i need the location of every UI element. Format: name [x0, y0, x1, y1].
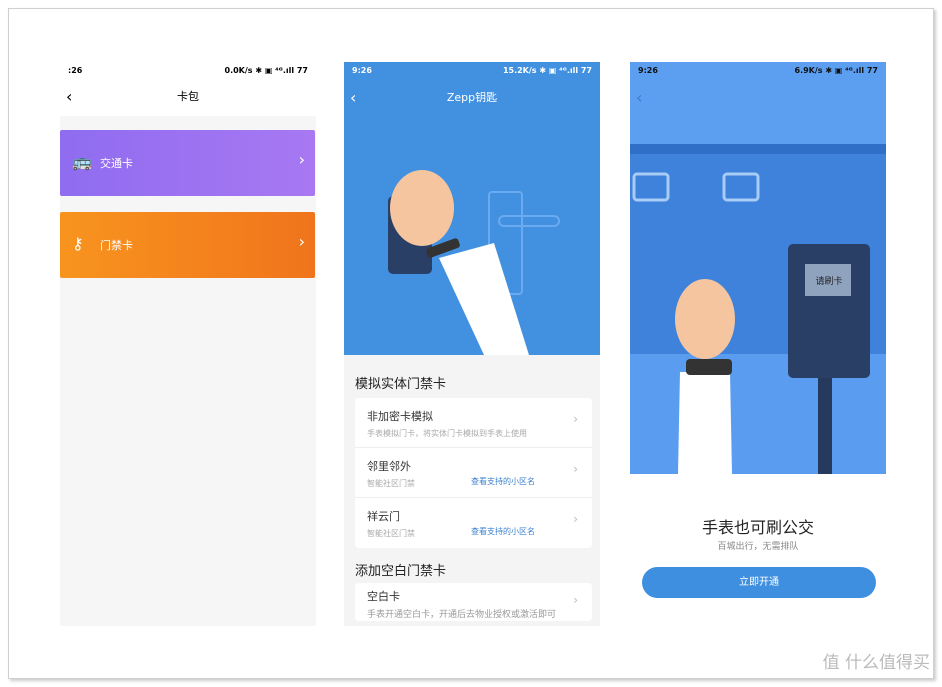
supported-communities-link[interactable]: 查看支持的小区名 — [471, 526, 535, 537]
status-icons: 15.2K/s ✱ ▣ ⁴ᴳ.ıll 77 — [502, 65, 592, 75]
page-title: 卡包 — [177, 90, 199, 103]
chevron-right-icon: › — [573, 593, 578, 607]
list-item[interactable]: 祥云门 智能社区门禁 查看支持的小区名 › — [355, 498, 592, 548]
subline: 百城出行，无需排队 — [717, 542, 799, 552]
chevron-right-icon: › — [573, 412, 578, 426]
chevron-right-icon: › — [298, 232, 305, 251]
back-icon[interactable]: ‹ — [350, 78, 356, 118]
back-icon[interactable]: ‹ — [636, 78, 642, 118]
chevron-right-icon: › — [573, 462, 578, 476]
supported-communities-link[interactable]: 查看支持的小区名 — [471, 476, 535, 487]
list-item[interactable]: 空白卡手表开通空白卡，开通后去物业授权或激活即可 › — [355, 583, 592, 621]
section-title-physical: 模拟实体门禁卡 — [355, 377, 447, 392]
list-item[interactable]: 非加密卡模拟手表模拟门卡，将实体门卡模拟到手表上使用 › — [355, 398, 592, 448]
transit-card[interactable]: 🚌 交通卡 › — [60, 130, 315, 196]
item-subtitle: 手表开通空白卡，开通后去物业授权或激活即可 — [367, 610, 557, 620]
status-bar: 9:26 6.9K/s ✱ ▣ ⁴ᴳ.ıll 77 — [630, 62, 886, 78]
activate-button[interactable]: 立即开通 — [642, 567, 876, 598]
access-card-label: 门禁卡 — [100, 239, 133, 252]
item-title: 非加密卡模拟 — [367, 410, 433, 423]
chevron-right-icon: › — [298, 150, 305, 169]
item-subtitle: 手表模拟门卡，将实体门卡模拟到手表上使用 — [367, 429, 527, 438]
status-bar: :26 0.0K/s ✱ ▣ ⁴ᴳ.ıll 77 — [60, 62, 316, 78]
status-icons: 6.9K/s ✱ ▣ ⁴ᴳ.ıll 77 — [794, 65, 879, 75]
page-title: Zepp钥匙 — [446, 91, 498, 104]
item-title: 祥云门 — [367, 510, 400, 523]
item-title: 空白卡 — [367, 590, 400, 603]
back-icon[interactable]: ‹ — [66, 78, 72, 116]
watermark: 值 什么值得买 — [822, 653, 930, 673]
blank-card-list: 空白卡手表开通空白卡，开通后去物业授权或激活即可 › — [355, 583, 592, 621]
card-wallet-screen: :26 0.0K/s ✱ ▣ ⁴ᴳ.ıll 77 ‹ 卡包 🚌 交通卡 › ⚷ 门禁卡 › — [60, 62, 316, 626]
section-title-blank: 添加空白门禁卡 — [355, 564, 447, 579]
transit-card-label: 交通卡 — [100, 157, 133, 170]
status-time: 9:26 — [352, 65, 372, 75]
wrist-door-illustration — [388, 170, 560, 355]
headline: 手表也可刷公交 — [701, 518, 814, 537]
status-icons: 0.0K/s ✱ ▣ ⁴ᴳ.ıll 77 — [224, 65, 309, 75]
key-icon: ⚷ — [72, 234, 84, 253]
list-item[interactable]: 邻里邻外 智能社区门禁 查看支持的小区名 › — [355, 448, 592, 498]
transit-intro-screen: 9:26 6.9K/s ✱ ▣ ⁴ᴳ.ıll 77 ‹ 请刷卡 手表也可刷公交 百… — [630, 62, 886, 626]
status-bar: 9:26 15.2K/s ✱ ▣ ⁴ᴳ.ıll 77 — [344, 62, 600, 78]
bus-icon: 🚌 — [72, 152, 92, 171]
chevron-right-icon: › — [573, 512, 578, 526]
status-time: 9:26 — [638, 65, 658, 75]
zepp-key-screen: 9:26 15.2K/s ✱ ▣ ⁴ᴳ.ıll 77 ‹ Zepp钥匙 模拟实体门禁… — [344, 62, 600, 626]
access-card[interactable]: ⚷ 门禁卡 › — [60, 212, 315, 278]
bus-illustration — [630, 144, 886, 474]
reader-label: 请刷卡 — [815, 277, 843, 287]
physical-card-list: 非加密卡模拟 手表模拟门卡，将实体门卡模拟到手表上使用 › 邻里邻外 智能社区门禁 查看… — [355, 398, 592, 548]
status-time: :26 — [68, 65, 83, 75]
item-title: 邻里邻外 — [367, 460, 411, 473]
